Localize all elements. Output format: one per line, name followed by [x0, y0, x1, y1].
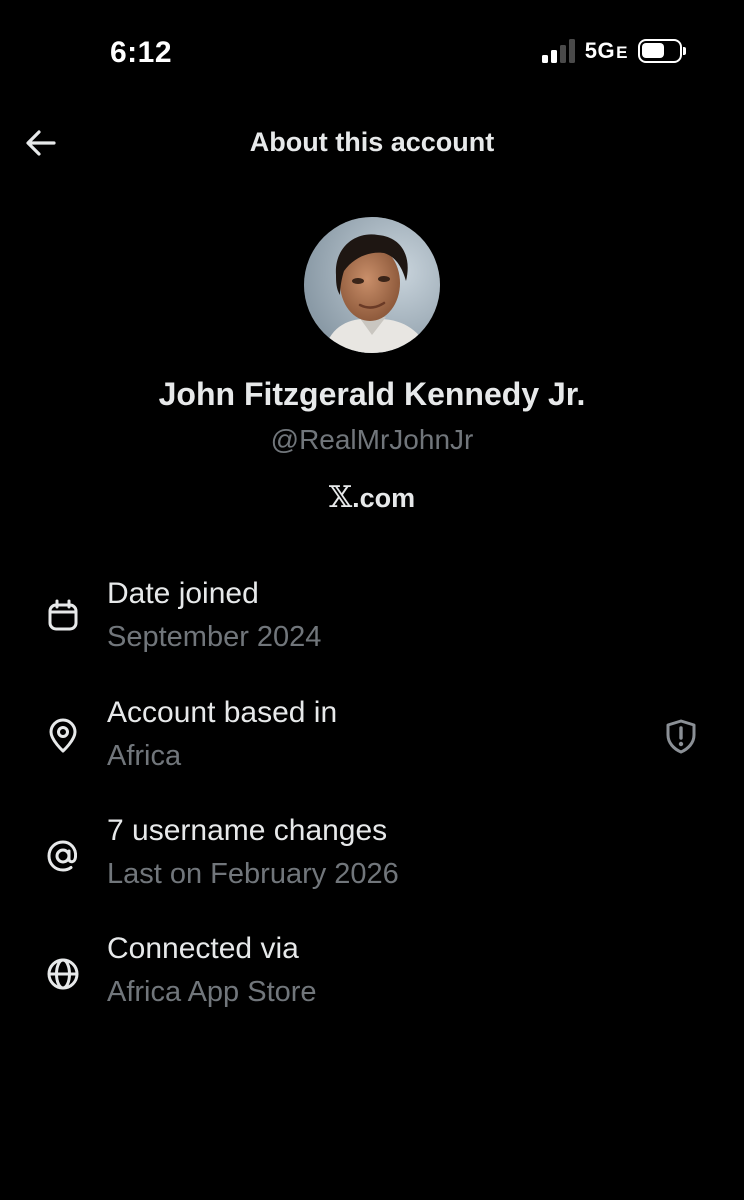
- info-value: Last on February 2026: [107, 858, 399, 890]
- avatar-photo: [304, 217, 440, 353]
- info-row-date-joined: Date joined September 2024: [0, 570, 744, 670]
- info-value: Africa: [107, 740, 182, 772]
- battery-icon: [638, 39, 686, 63]
- info-row-connected-via: Connected via Africa App Store: [0, 925, 744, 1025]
- header: About this account: [0, 110, 744, 176]
- info-row-username-changes: 7 username changes Last on February 2026: [0, 807, 744, 907]
- shield-alert-icon[interactable]: [662, 717, 700, 755]
- signal-strength-icon: [541, 39, 575, 63]
- calendar-icon: [48, 599, 78, 631]
- page-title: About this account: [249, 127, 495, 157]
- avatar: [304, 217, 440, 353]
- x-logo-icon: 𝕏: [328, 480, 353, 515]
- globe-icon: [47, 958, 79, 990]
- display-name: John Fitzgerald Kennedy Jr.: [158, 376, 586, 412]
- username-handle: @RealMrJohnJr: [270, 424, 474, 455]
- info-row-account-location: Account based in Africa: [0, 689, 744, 789]
- location-pin-icon: [49, 718, 77, 753]
- info-value: Africa App Store: [107, 976, 317, 1008]
- network-type: 5GE: [584, 38, 628, 63]
- info-title: Connected via: [107, 932, 299, 965]
- status-bar: 6:12 5GE: [0, 0, 744, 110]
- info-title: Account based in: [107, 696, 338, 729]
- status-time: 6:12: [110, 36, 173, 69]
- info-value: September 2024: [107, 621, 322, 653]
- status-indicators: 5GE: [541, 38, 686, 64]
- at-sign-icon: [47, 840, 78, 872]
- connected-site: 𝕏.com: [328, 480, 416, 515]
- info-title: 7 username changes: [107, 814, 388, 847]
- info-title: Date joined: [107, 577, 259, 610]
